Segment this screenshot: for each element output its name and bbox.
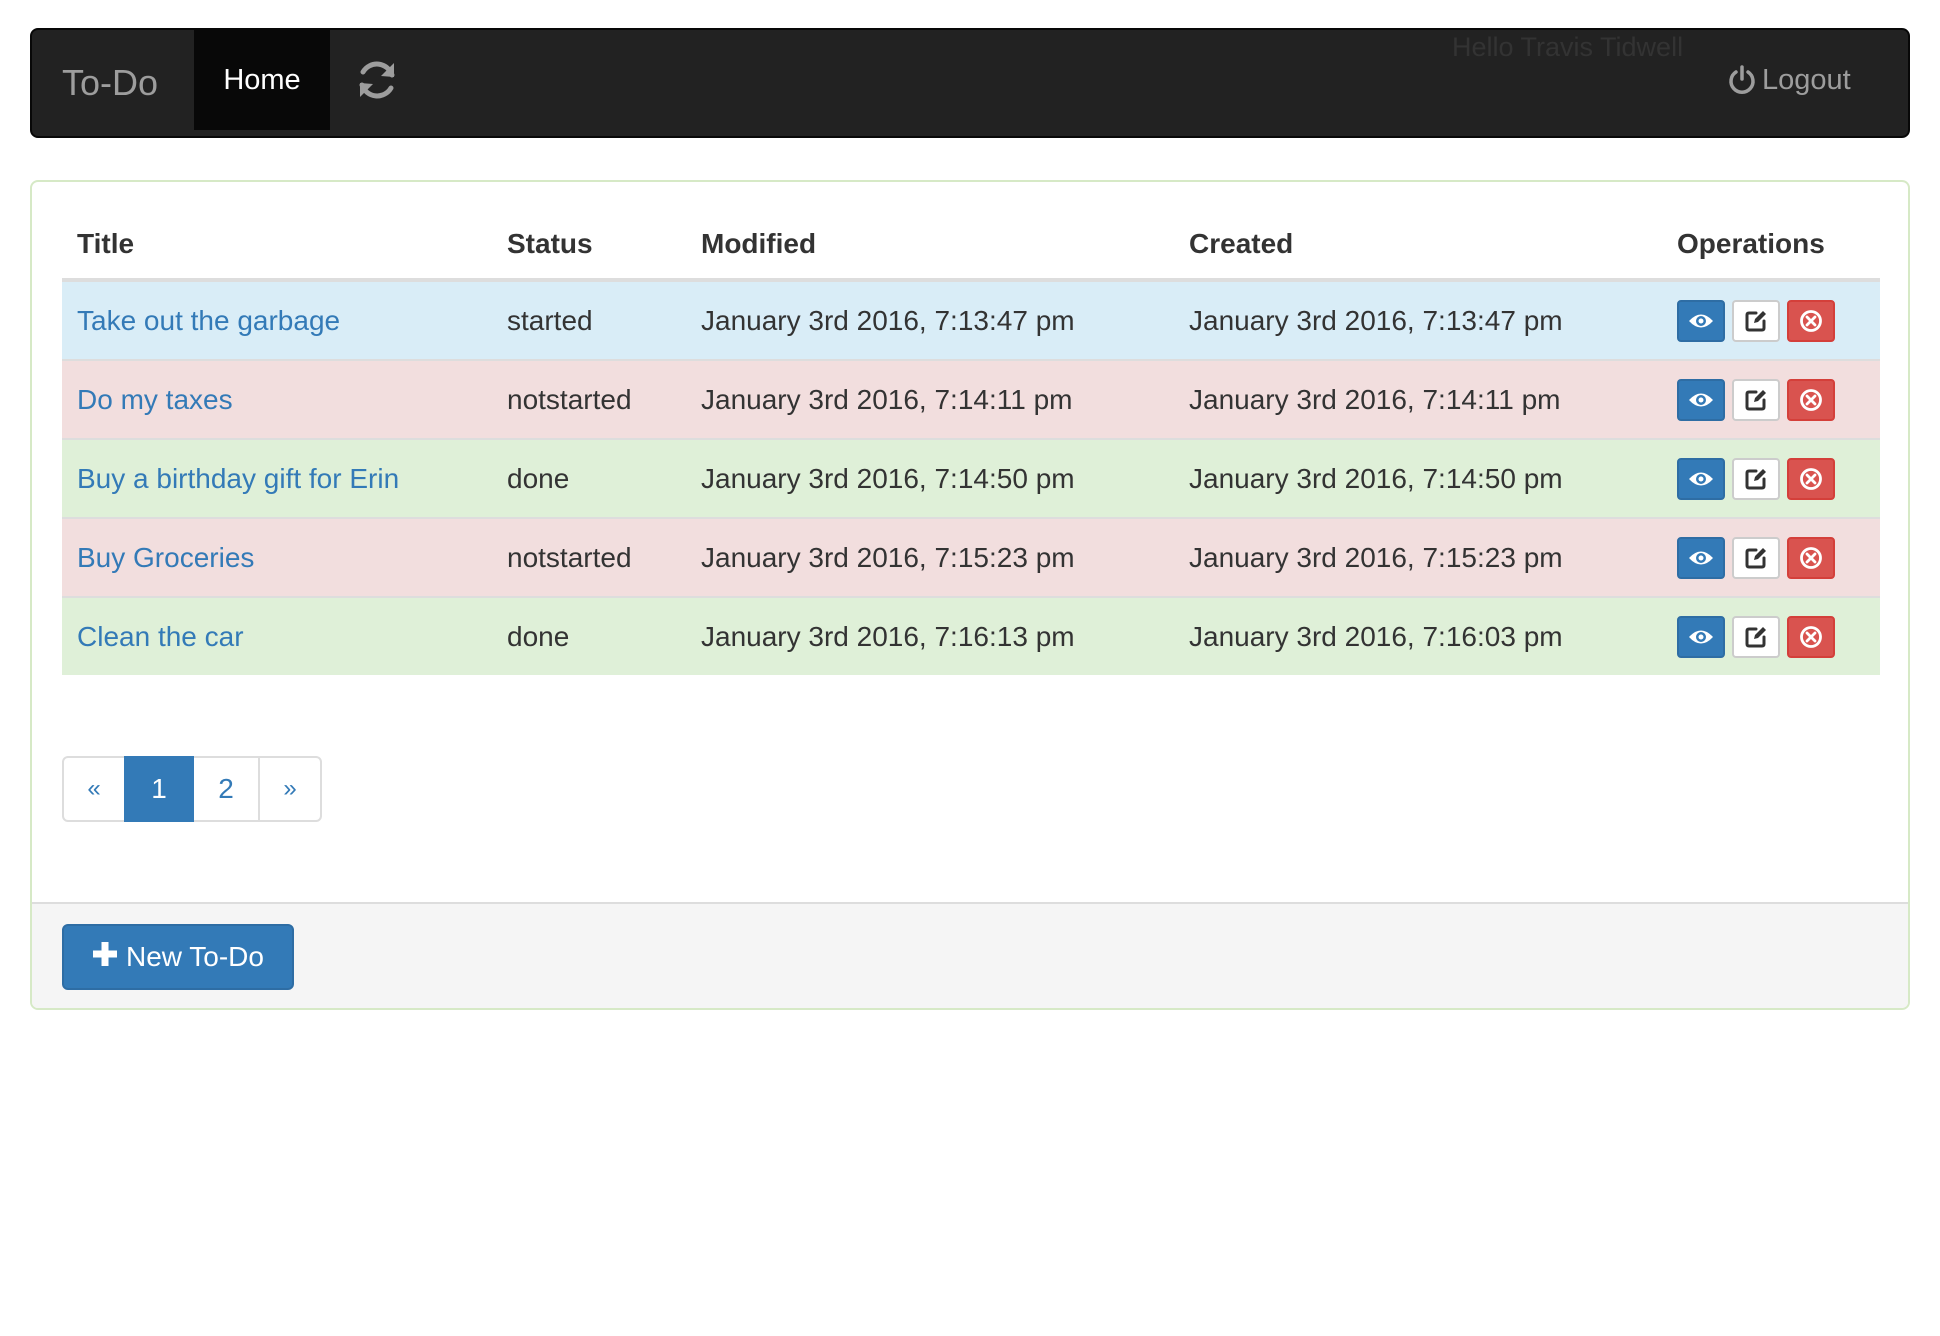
todo-panel: Title Status Modified Created Operations… (30, 180, 1910, 1010)
todo-operations (1662, 517, 1880, 597)
brand[interactable]: To-Do (62, 30, 158, 136)
eye-icon (1688, 549, 1714, 567)
delete-button[interactable] (1787, 299, 1835, 342)
table-row: Clean the car done January 3rd 2016, 7:1… (62, 596, 1880, 675)
todo-status: done (492, 438, 686, 518)
todo-operations (1662, 596, 1880, 675)
edit-icon (1744, 388, 1768, 412)
navbar: To-Do Home Hello Travis Tidwell Logout (30, 28, 1910, 138)
panel-body: Title Status Modified Created Operations… (62, 210, 1880, 675)
nav-home-link[interactable]: Home (194, 30, 330, 130)
edit-icon (1744, 309, 1768, 333)
todo-status: notstarted (492, 517, 686, 597)
todo-title-link[interactable]: Take out the garbage (77, 305, 340, 336)
todo-title-link[interactable]: Buy a birthday gift for Erin (77, 463, 399, 494)
new-todo-label: New To-Do (126, 941, 264, 972)
todo-title-link[interactable]: Do my taxes (77, 384, 233, 415)
logout-label: Logout (1762, 64, 1851, 96)
header-title[interactable]: Title (62, 210, 492, 282)
header-operations: Operations (1662, 210, 1880, 282)
table-row: Do my taxes notstarted January 3rd 2016,… (62, 359, 1880, 439)
eye-icon (1688, 470, 1714, 488)
todo-modified: January 3rd 2016, 7:16:13 pm (686, 596, 1174, 675)
view-button[interactable] (1677, 378, 1725, 421)
edit-icon (1744, 467, 1768, 491)
greeting-text: Hello Travis Tidwell (1452, 32, 1684, 62)
logout-link[interactable]: Logout (1728, 30, 1851, 130)
edit-icon (1744, 546, 1768, 570)
table-header-row: Title Status Modified Created Operations (62, 210, 1880, 282)
eye-icon (1688, 391, 1714, 409)
page-next[interactable]: » (258, 756, 322, 822)
table-row: Buy Groceries notstarted January 3rd 201… (62, 517, 1880, 597)
todo-modified: January 3rd 2016, 7:15:23 pm (686, 517, 1174, 597)
delete-button[interactable] (1787, 457, 1835, 500)
eye-icon (1688, 312, 1714, 330)
header-status[interactable]: Status (492, 210, 686, 282)
todo-title-link[interactable]: Clean the car (77, 621, 244, 652)
page-1[interactable]: 1 (124, 756, 194, 822)
remove-circle-icon (1799, 546, 1823, 570)
edit-button[interactable] (1732, 457, 1780, 500)
header-modified[interactable]: Modified (686, 210, 1174, 282)
todo-modified: January 3rd 2016, 7:14:50 pm (686, 438, 1174, 518)
remove-circle-icon (1799, 309, 1823, 333)
todo-status: notstarted (492, 359, 686, 439)
remove-circle-icon (1799, 467, 1823, 491)
delete-button[interactable] (1787, 536, 1835, 579)
edit-button[interactable] (1732, 615, 1780, 658)
todo-created: January 3rd 2016, 7:15:23 pm (1174, 517, 1662, 597)
power-icon (1728, 65, 1756, 95)
view-button[interactable] (1677, 457, 1725, 500)
header-created[interactable]: Created (1174, 210, 1662, 282)
view-button[interactable] (1677, 536, 1725, 579)
page-prev[interactable]: « (62, 756, 126, 822)
panel-footer: New To-Do (32, 902, 1908, 1008)
remove-circle-icon (1799, 625, 1823, 649)
todo-operations (1662, 359, 1880, 439)
todo-modified: January 3rd 2016, 7:14:11 pm (686, 359, 1174, 439)
todo-operations (1662, 280, 1880, 360)
edit-icon (1744, 625, 1768, 649)
todo-created: January 3rd 2016, 7:16:03 pm (1174, 596, 1662, 675)
plus-icon (92, 941, 118, 974)
todo-status: done (492, 596, 686, 675)
remove-circle-icon (1799, 388, 1823, 412)
todo-table: Title Status Modified Created Operations… (62, 210, 1880, 675)
todo-title-link[interactable]: Buy Groceries (77, 542, 254, 573)
todo-created: January 3rd 2016, 7:14:11 pm (1174, 359, 1662, 439)
page-2[interactable]: 2 (192, 756, 260, 822)
edit-button[interactable] (1732, 536, 1780, 579)
edit-button[interactable] (1732, 378, 1780, 421)
refresh-icon[interactable] (352, 55, 402, 105)
todo-created: January 3rd 2016, 7:14:50 pm (1174, 438, 1662, 518)
new-todo-button[interactable]: New To-Do (62, 924, 294, 990)
table-row: Take out the garbage started January 3rd… (62, 280, 1880, 360)
todo-operations (1662, 438, 1880, 518)
view-button[interactable] (1677, 299, 1725, 342)
delete-button[interactable] (1787, 615, 1835, 658)
edit-button[interactable] (1732, 299, 1780, 342)
delete-button[interactable] (1787, 378, 1835, 421)
todo-status: started (492, 280, 686, 360)
todo-modified: January 3rd 2016, 7:13:47 pm (686, 280, 1174, 360)
table-row: Buy a birthday gift for Erin done Januar… (62, 438, 1880, 518)
eye-icon (1688, 628, 1714, 646)
pagination: « 1 2 » (62, 756, 322, 822)
todo-created: January 3rd 2016, 7:13:47 pm (1174, 280, 1662, 360)
view-button[interactable] (1677, 615, 1725, 658)
